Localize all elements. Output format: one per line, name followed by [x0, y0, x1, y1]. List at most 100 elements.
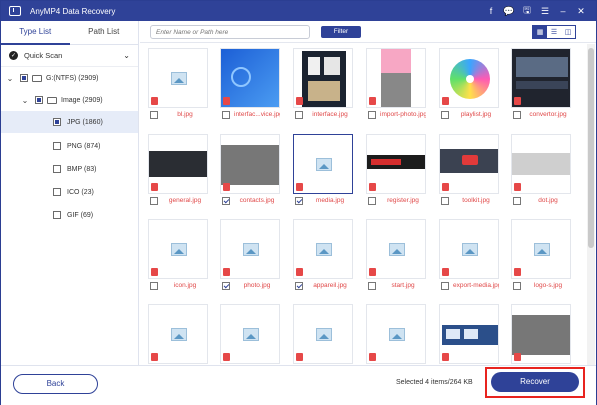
file-checkbox[interactable] [295, 197, 303, 205]
file-thumbnail[interactable] [366, 219, 426, 279]
file-thumbnail[interactable] [293, 219, 353, 279]
file-card[interactable] [511, 300, 571, 365]
image-folder-checkbox[interactable] [35, 96, 43, 104]
file-card[interactable]: general.jpg [148, 130, 208, 210]
file-thumbnail[interactable] [148, 48, 208, 108]
file-card[interactable]: appareil.jpg [293, 215, 353, 295]
back-button[interactable]: Back [13, 374, 98, 394]
tree-row-gif[interactable]: GIF (69) [1, 204, 138, 226]
menu-icon[interactable]: ☰ [536, 1, 554, 21]
gif-checkbox[interactable] [53, 211, 61, 219]
file-thumbnail[interactable] [293, 48, 353, 108]
facebook-icon[interactable]: f [482, 1, 500, 21]
file-card[interactable]: media.jpg [293, 130, 353, 210]
chevron-down-icon[interactable]: ⌄ [123, 51, 130, 60]
file-thumbnail[interactable] [366, 134, 426, 194]
tree-row-ico[interactable]: ICO (23) [1, 181, 138, 203]
file-thumbnail[interactable] [439, 304, 499, 364]
file-checkbox[interactable] [368, 282, 376, 290]
file-card[interactable] [148, 300, 208, 365]
file-card[interactable]: register.jpg [366, 130, 426, 210]
file-card[interactable]: start.jpg [366, 215, 426, 295]
file-card[interactable]: contacts.jpg [220, 130, 280, 210]
file-card[interactable]: import-photo.jpg [366, 44, 426, 124]
scrollbar[interactable] [587, 44, 595, 365]
file-card[interactable]: export-media.jpg [439, 215, 499, 295]
file-thumbnail[interactable] [220, 219, 280, 279]
file-thumbnail[interactable] [293, 134, 353, 194]
tab-type-list[interactable]: Type List [1, 21, 70, 45]
search-input[interactable] [150, 25, 310, 39]
quick-scan-row[interactable]: ✓ Quick Scan ⌄ [1, 45, 138, 67]
file-checkbox[interactable] [150, 282, 158, 290]
file-card[interactable]: photo.jpg [220, 215, 280, 295]
tab-path-list[interactable]: Path List [69, 21, 138, 45]
drive-checkbox[interactable] [20, 74, 28, 82]
tree-row-bmp[interactable]: BMP (83) [1, 158, 138, 180]
file-checkbox[interactable] [222, 197, 230, 205]
tree-row-png[interactable]: PNG (874) [1, 135, 138, 157]
file-checkbox[interactable] [441, 197, 449, 205]
file-checkbox[interactable] [222, 111, 230, 119]
file-thumbnail[interactable] [366, 304, 426, 364]
file-card[interactable]: interfac...vice.jpg [220, 44, 280, 124]
png-checkbox[interactable] [53, 142, 61, 150]
ico-checkbox[interactable] [53, 188, 61, 196]
tree-row-drive[interactable]: ⌄ G:(NTFS) (2909) [1, 67, 138, 89]
file-checkbox[interactable] [441, 282, 449, 290]
file-card[interactable]: interface.jpg [293, 44, 353, 124]
filter-button[interactable]: Filter [321, 26, 361, 38]
file-checkbox[interactable] [441, 111, 449, 119]
file-card[interactable]: dot.jpg [511, 130, 571, 210]
file-checkbox[interactable] [513, 282, 521, 290]
bmp-checkbox[interactable] [53, 165, 61, 173]
file-thumbnail[interactable] [293, 304, 353, 364]
file-card[interactable] [220, 300, 280, 365]
file-thumbnail[interactable] [439, 219, 499, 279]
file-checkbox[interactable] [513, 197, 521, 205]
file-checkbox[interactable] [295, 282, 303, 290]
grid-view-icon[interactable]: ▦ [533, 26, 547, 38]
jpg-checkbox[interactable] [53, 118, 61, 126]
file-card[interactable]: logo-s.jpg [511, 215, 571, 295]
file-thumbnail[interactable] [148, 304, 208, 364]
file-card[interactable] [293, 300, 353, 365]
scrollbar-thumb[interactable] [588, 48, 594, 248]
file-thumbnail[interactable] [220, 304, 280, 364]
file-card[interactable]: toolkit.jpg [439, 130, 499, 210]
tree-row-image[interactable]: ⌄ Image (2909) [1, 89, 138, 111]
file-checkbox[interactable] [222, 282, 230, 290]
list-view-icon[interactable]: ☰ [547, 26, 561, 38]
file-thumbnail[interactable] [511, 48, 571, 108]
detail-view-icon[interactable]: ◫ [561, 26, 575, 38]
file-checkbox[interactable] [295, 111, 303, 119]
expand-arrow-icon[interactable]: ⌄ [21, 96, 29, 105]
minimize-button[interactable]: – [554, 1, 572, 21]
file-thumbnail[interactable] [148, 219, 208, 279]
save-icon[interactable]: 🖫 [518, 1, 536, 21]
file-thumbnail[interactable] [366, 48, 426, 108]
file-thumbnail[interactable] [220, 134, 280, 194]
file-checkbox[interactable] [150, 197, 158, 205]
file-card[interactable] [366, 300, 426, 365]
tree-row-jpg[interactable]: JPG (1860) [1, 111, 138, 133]
file-thumbnail[interactable] [511, 304, 571, 364]
file-card[interactable]: bl.jpg [148, 44, 208, 124]
expand-arrow-icon[interactable]: ⌄ [6, 74, 14, 83]
file-checkbox[interactable] [368, 111, 376, 119]
file-thumbnail[interactable] [439, 134, 499, 194]
file-thumbnail[interactable] [148, 134, 208, 194]
file-thumbnail[interactable] [511, 219, 571, 279]
file-checkbox[interactable] [368, 197, 376, 205]
file-card[interactable]: icon.jpg [148, 215, 208, 295]
file-card[interactable] [439, 300, 499, 365]
file-thumbnail[interactable] [220, 48, 280, 108]
chat-icon[interactable]: 💬 [500, 1, 518, 21]
recover-button[interactable]: Recover [491, 372, 579, 392]
file-card[interactable]: convertor.jpg [511, 44, 571, 124]
file-checkbox[interactable] [513, 111, 521, 119]
file-card[interactable]: playlist.jpg [439, 44, 499, 124]
close-button[interactable]: ✕ [572, 1, 590, 21]
file-checkbox[interactable] [150, 111, 158, 119]
file-thumbnail[interactable] [511, 134, 571, 194]
